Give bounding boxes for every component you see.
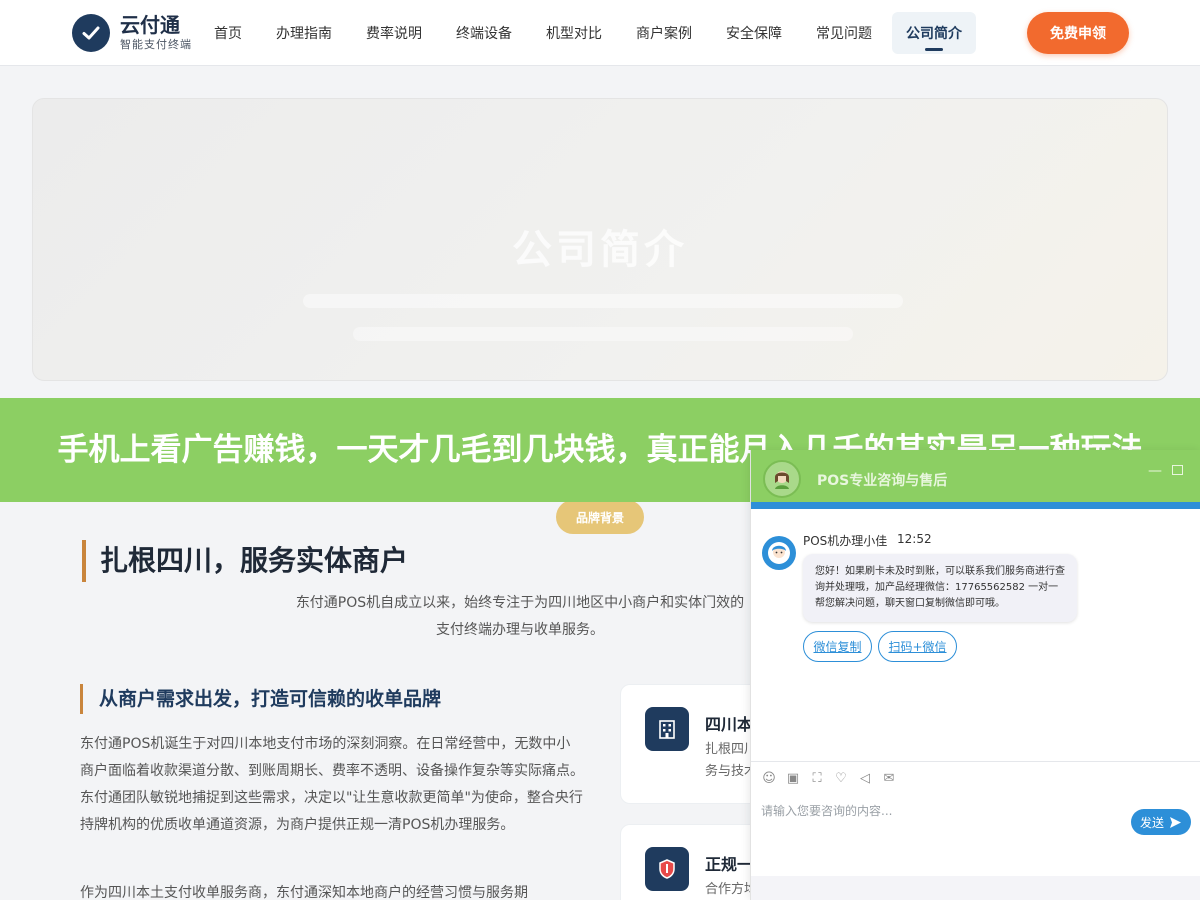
nav-security[interactable]: 安全保障	[712, 12, 796, 54]
section-badge: 品牌背景	[556, 500, 644, 534]
message-time: 12:52	[897, 532, 932, 546]
site-header: 云付通 智能支付终端 首页 办理指南 费率说明 终端设备 机型对比 商户案例 安…	[0, 0, 1200, 66]
rating-icon[interactable]: ♡	[833, 771, 849, 787]
copy-wechat-button[interactable]: 微信复制	[803, 631, 872, 662]
maximize-icon[interactable]	[1172, 465, 1183, 475]
chat-message-input[interactable]: 请输入您要咨询的内容...	[761, 802, 892, 819]
section-subtitle: 从商户需求出发，打造可信赖的收单品牌	[80, 684, 441, 714]
hero-banner: 公司简介	[32, 98, 1168, 381]
screenshot-icon[interactable]: ⛶	[809, 771, 825, 787]
intro-paragraph-2: 作为四川本土支付收单服务商，东付通深知本地商户的经营习惯与服务期	[80, 885, 528, 900]
brand-tagline: 智能支付终端	[120, 38, 192, 51]
apply-free-button[interactable]: 免费申领	[1027, 12, 1129, 54]
feature-card-title: 正规一	[705, 855, 754, 874]
image-icon[interactable]: ▣	[785, 771, 801, 787]
chat-title: POS专业咨询与售后	[817, 473, 948, 489]
shield-icon	[645, 847, 689, 891]
main-nav: 首页 办理指南 费率说明 终端设备 机型对比 商户案例 安全保障 常见问题 公司…	[200, 12, 982, 54]
brand-name: 云付通	[120, 13, 180, 37]
agent-avatar-icon	[762, 536, 796, 570]
agent-name: POS机办理小佳	[803, 534, 888, 548]
chat-header-strip	[751, 502, 1200, 509]
nav-guide[interactable]: 办理指南	[262, 12, 346, 54]
agent-message-bubble: 您好！如果刷卡未及时到账，可以联系我们服务商进行查询并处理哦，加产品经理微信：1…	[803, 554, 1077, 622]
send-icon	[1170, 816, 1181, 828]
nav-home[interactable]: 首页	[200, 12, 256, 54]
check-logo-icon	[72, 14, 110, 52]
banner-blurred-line	[353, 327, 853, 341]
nav-cases[interactable]: 商户案例	[622, 12, 706, 54]
chat-header[interactable]: POS专业咨询与售后 —	[751, 450, 1200, 508]
chat-toolbar: ☺ ▣ ⛶ ♡ ◁ ✉	[751, 761, 1200, 795]
send-label: 发送	[1139, 815, 1164, 830]
section-title: 扎根四川，服务实体商户	[82, 540, 408, 582]
banner-blurred-line	[303, 294, 903, 308]
chat-widget: POS专业咨询与售后 — POS机办理小佳 12:52 您好！如果刷卡未及时到账…	[750, 450, 1200, 900]
building-icon	[645, 707, 689, 751]
intro-paragraph: 东付通POS机诞生于对四川本地支付市场的深刻洞察。在日常经营中，无数中小商户面临…	[80, 736, 584, 833]
nav-devices[interactable]: 终端设备	[442, 12, 526, 54]
nav-compare[interactable]: 机型对比	[532, 12, 616, 54]
support-avatar-icon	[763, 460, 801, 498]
emoji-icon[interactable]: ☺	[761, 771, 777, 787]
banner-title: 公司简介	[512, 227, 688, 273]
send-button[interactable]: 发送	[1131, 809, 1191, 835]
nav-faq[interactable]: 常见问题	[802, 12, 886, 54]
nav-about[interactable]: 公司简介	[892, 12, 976, 54]
sound-icon[interactable]: ◁	[857, 771, 873, 787]
minimize-icon[interactable]: —	[1148, 463, 1162, 479]
section-description: 东付通POS机自成立以来，始终专注于为四川地区中小商户和实体门效的支付终端办理与…	[295, 595, 745, 638]
brand-logo[interactable]: 云付通 智能支付终端	[72, 14, 192, 52]
nav-rates[interactable]: 费率说明	[352, 12, 436, 54]
scan-wechat-button[interactable]: 扫码+微信	[878, 631, 957, 662]
wechat-icon[interactable]: ✉	[881, 771, 897, 787]
chat-footer	[751, 876, 1200, 900]
feature-card-title: 四川本	[705, 715, 754, 734]
